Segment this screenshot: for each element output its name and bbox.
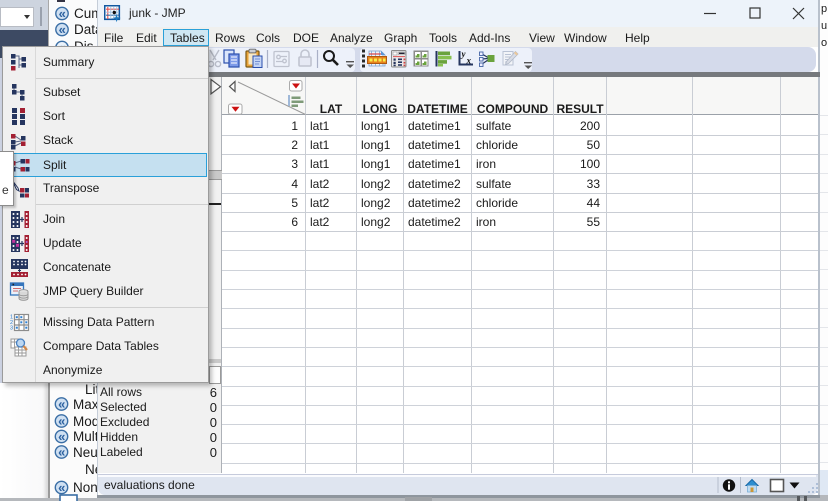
svg-text:«: « (58, 396, 65, 411)
svg-text:«: « (59, 22, 66, 37)
svg-text:«: « (58, 444, 65, 459)
svg-text:3: 3 (10, 326, 13, 332)
svg-text:«: « (59, 6, 66, 21)
svg-text:«: « (58, 480, 65, 495)
svg-text:«: « (58, 413, 65, 428)
svg-text:«: « (58, 429, 65, 444)
svg-text:x: x (466, 56, 472, 66)
